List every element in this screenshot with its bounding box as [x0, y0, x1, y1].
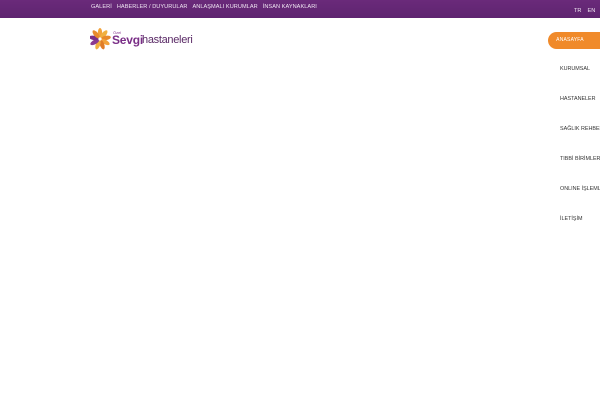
logo[interactable]: Özel Sevgi hastaneleri: [90, 27, 193, 51]
top-nav-anlasmali[interactable]: ANLAŞMALI KURUMLAR: [192, 4, 257, 11]
logo-hastaneleri: hastaneleri: [142, 34, 193, 46]
menu-item-iletisim[interactable]: İLETİŞİM: [560, 216, 600, 246]
top-bar: GALERİ HABERLER / DUYURULAR ANLAŞMALI KU…: [0, 0, 600, 18]
lang-en[interactable]: EN: [587, 8, 595, 15]
home-button[interactable]: ANASAYFA: [548, 32, 600, 49]
menu-item-saglik-rehberi[interactable]: SAĞLIK REHBERİ: [560, 126, 600, 156]
lang-tr[interactable]: TR: [574, 8, 581, 15]
top-nav-galeri[interactable]: GALERİ: [91, 4, 112, 11]
main-menu: KURUMSAL HASTANELER SAĞLIK REHBERİ TIBBİ…: [560, 66, 600, 246]
menu-item-online-islemler[interactable]: ONLINE İŞLEMLER: [560, 186, 600, 216]
menu-item-kurumsal[interactable]: KURUMSAL: [560, 66, 600, 96]
top-nav-haberler[interactable]: HABERLER / DUYURULAR: [117, 4, 188, 11]
menu-item-tibbi-birimler[interactable]: TIBBİ BİRİMLER: [560, 156, 600, 186]
logo-sevgi: Sevgi: [112, 33, 144, 47]
menu-item-hastaneler[interactable]: HASTANELER: [560, 96, 600, 126]
top-nav-insan-kaynaklari[interactable]: İNSAN KAYNAKLARI: [263, 4, 317, 11]
page: GALERİ HABERLER / DUYURULAR ANLAŞMALI KU…: [0, 0, 600, 400]
flower-icon: [90, 28, 111, 50]
home-button-label: ANASAYFA: [556, 37, 584, 43]
language-switch: TR EN: [574, 8, 595, 15]
top-nav: GALERİ HABERLER / DUYURULAR ANLAŞMALI KU…: [91, 4, 317, 11]
